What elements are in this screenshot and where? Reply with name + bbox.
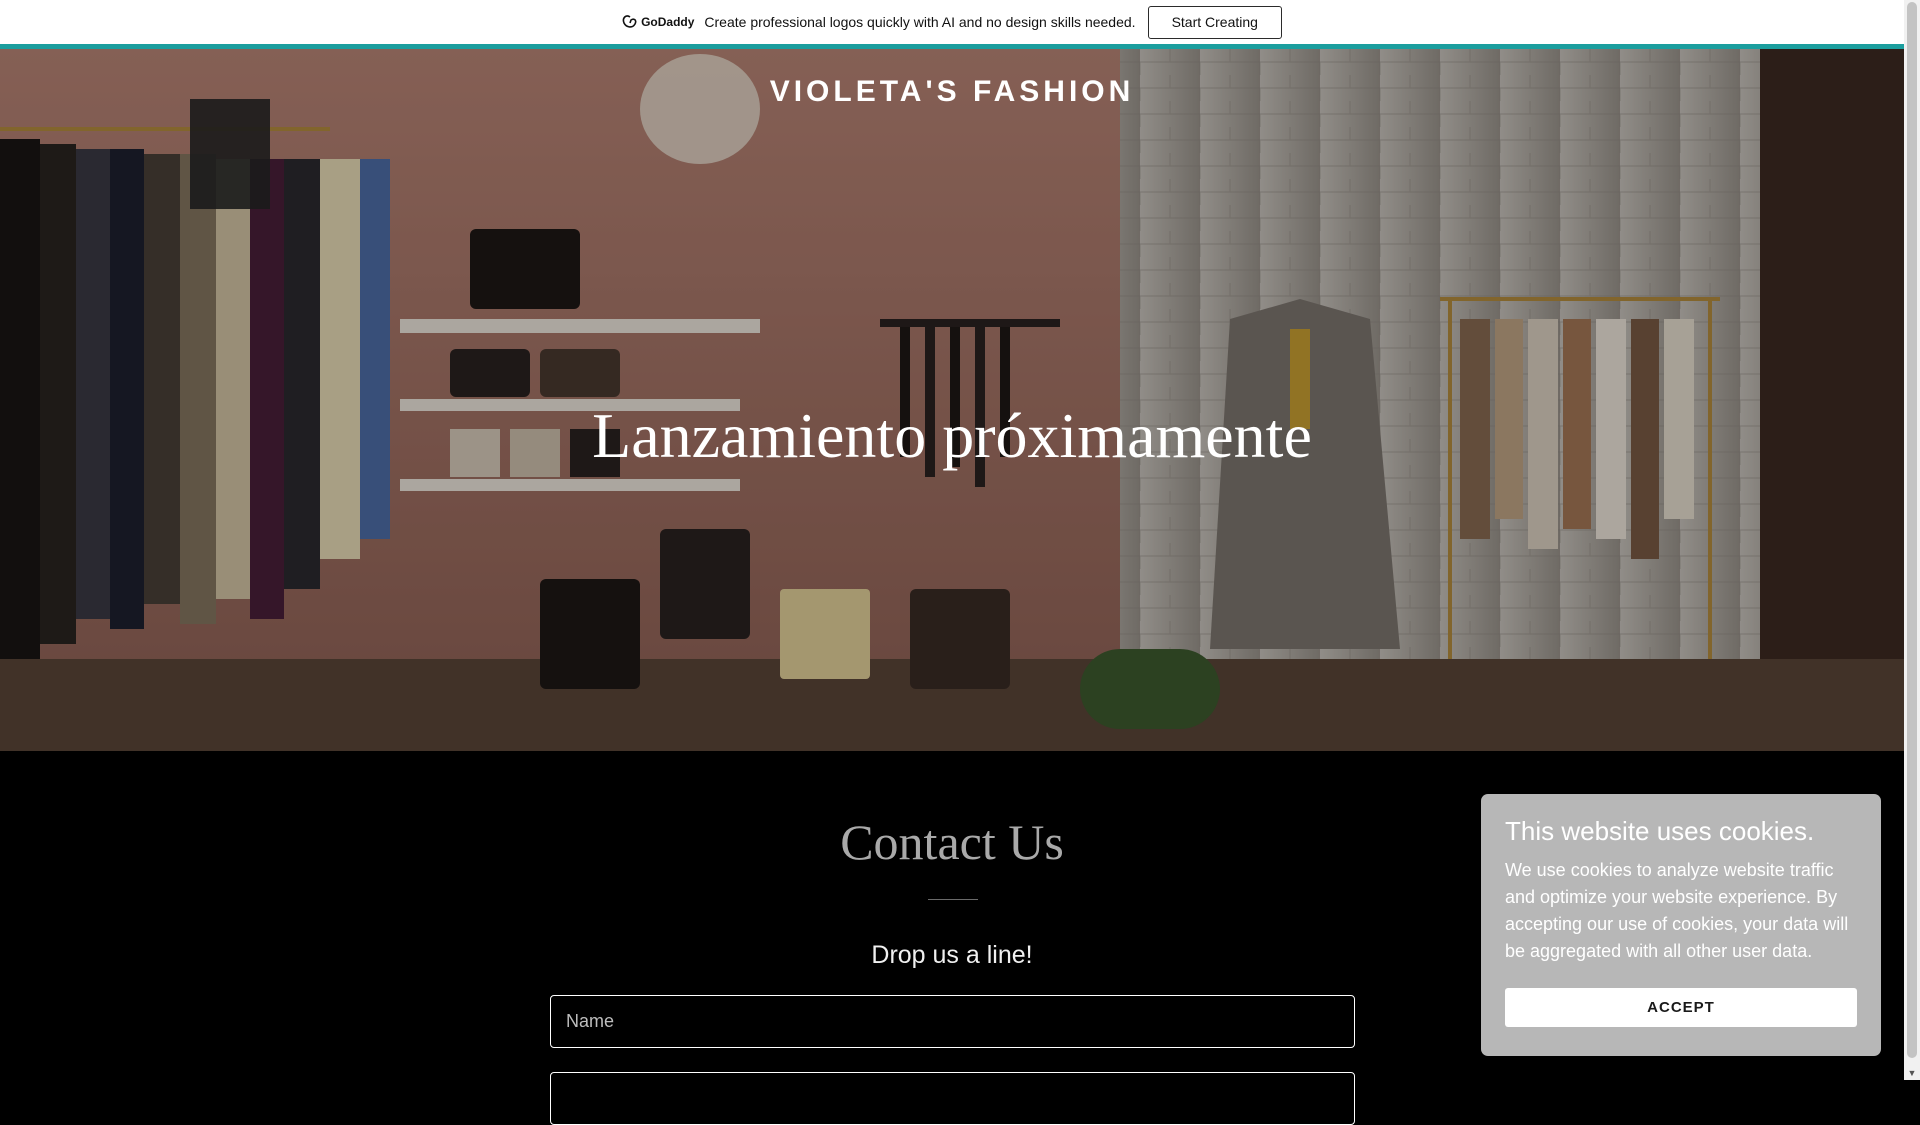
scroll-down-arrow-icon[interactable]: ▼ [1907,1068,1917,1078]
cookie-title: This website uses cookies. [1505,816,1815,846]
cookie-consent-panel: This website uses cookies. We use cookie… [1481,794,1881,1056]
vertical-scrollbar[interactable]: ▼ [1904,0,1920,1080]
scrollbar-thumb[interactable] [1907,2,1917,1058]
promo-banner: GoDaddy Create professional logos quickl… [0,0,1904,49]
hero-heading: Lanzamiento próximamente [592,400,1312,471]
start-creating-button[interactable]: Start Creating [1147,5,1282,39]
godaddy-logo: GoDaddy [622,15,694,29]
site-brand-title[interactable]: VIOLETA'S FASHION [0,75,1904,109]
name-input[interactable] [550,995,1355,1048]
accept-cookies-button[interactable]: ACCEPT [1505,988,1857,1027]
promo-message: Create professional logos quickly with A… [704,14,1136,30]
godaddy-icon [622,15,637,28]
heading-divider [928,899,978,900]
godaddy-logo-text: GoDaddy [641,15,695,29]
cookie-message: We use cookies to analyze website traffi… [1505,860,1849,961]
hero-section: VIOLETA'S FASHION Lanzamiento próximamen… [0,49,1904,751]
